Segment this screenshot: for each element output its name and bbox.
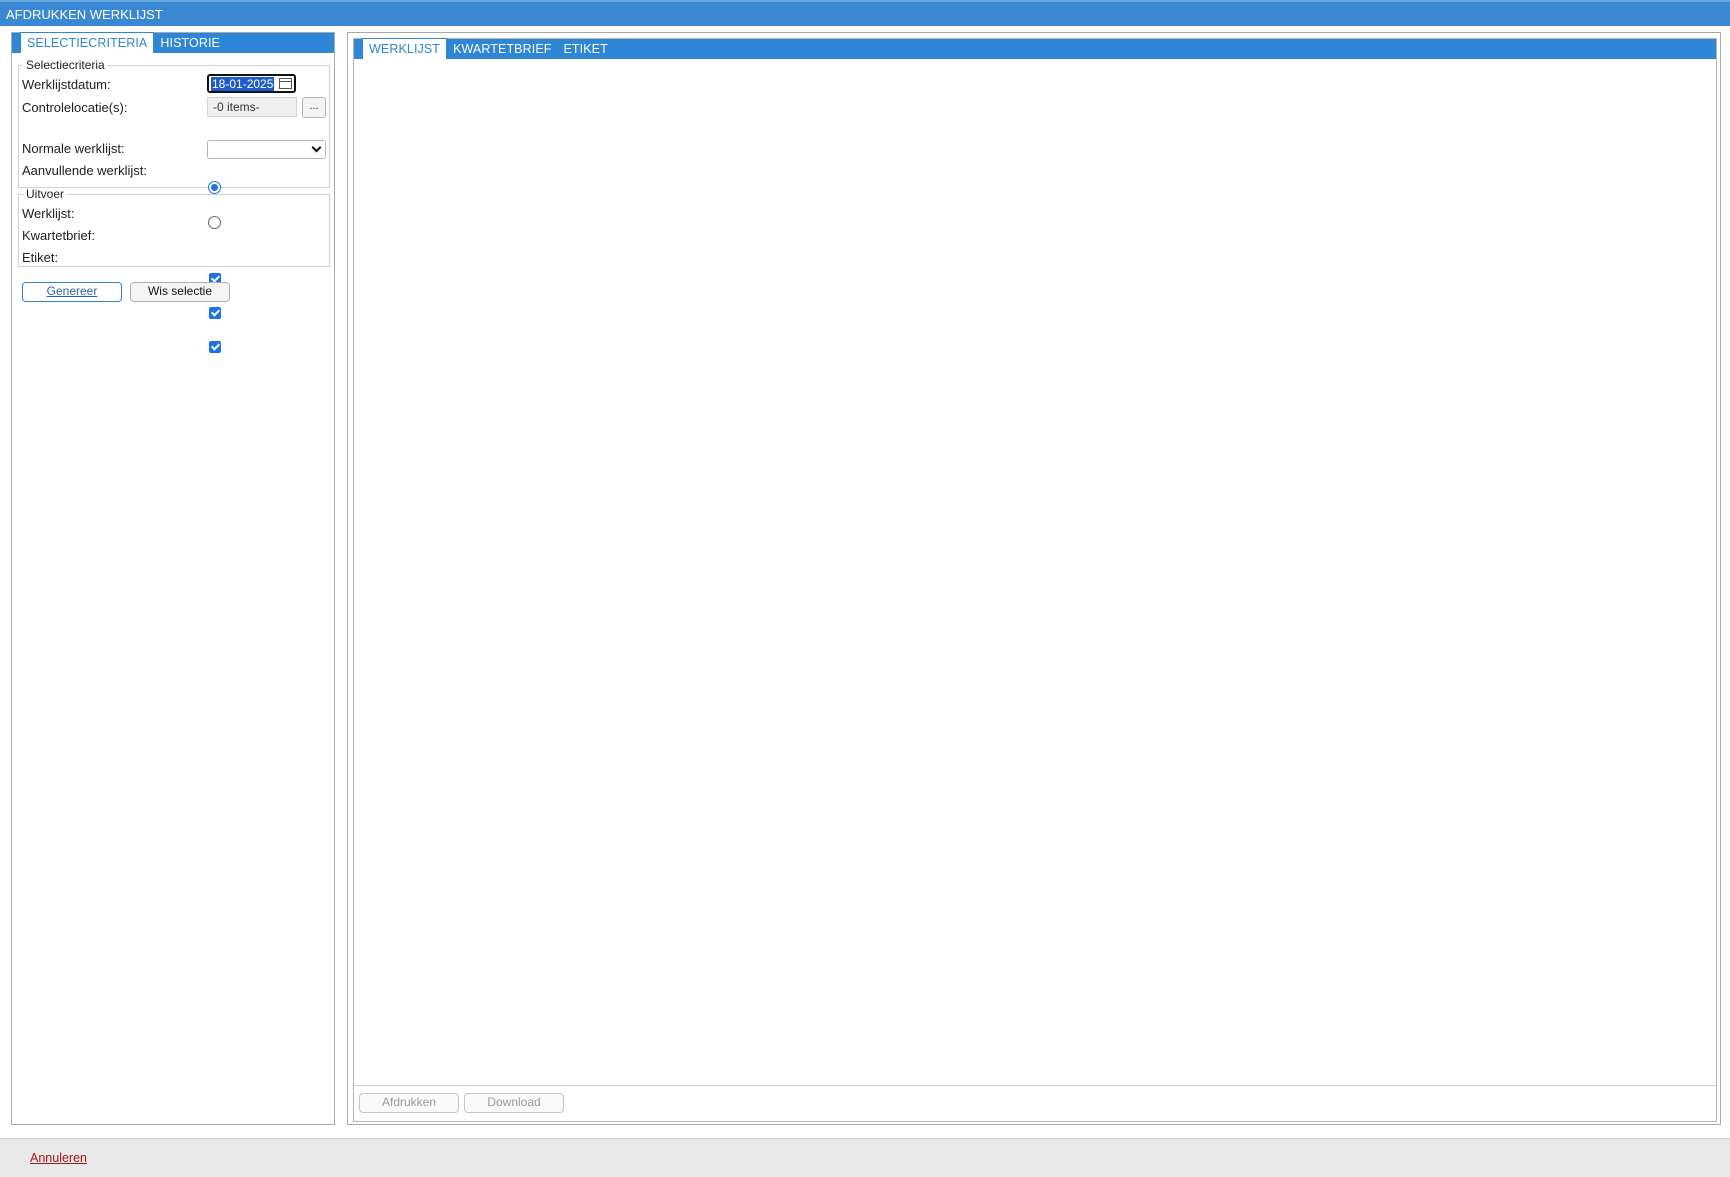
output-viewer-frame: WERKLIJST KWARTETBRIEF ETIKET Afdrukken … [353, 38, 1717, 1122]
tab-selectiecriteria[interactable]: SELECTIECRITERIA [20, 32, 155, 53]
annuleren-link[interactable]: Annuleren [30, 1151, 87, 1165]
controlelocatie-browse-button[interactable]: ... [302, 97, 326, 118]
output-panel: WERKLIJST KWARTETBRIEF ETIKET Afdrukken … [347, 32, 1721, 1125]
uitvoer-legend: Uitvoer [26, 187, 65, 201]
dialog-footer: Annuleren [0, 1138, 1730, 1177]
download-button[interactable]: Download [464, 1093, 564, 1113]
selectiecriteria-legend: Selectiecriteria [26, 58, 105, 72]
left-tab-bar: SELECTIECRITERIA HISTORIE [12, 32, 334, 53]
tab-historie[interactable]: HISTORIE [154, 33, 226, 53]
werklijstdatum-field[interactable]: 18-01-2025 [207, 74, 296, 93]
chevron-down-icon [311, 142, 322, 153]
genereer-button[interactable]: Genereer [22, 282, 122, 302]
output-tab-bar: WERKLIJST KWARTETBRIEF ETIKET [354, 38, 1716, 59]
aanvullende-werklijst-label: Aanvullende werklijst: [22, 163, 148, 178]
controlelocatie-dropdown[interactable] [207, 140, 326, 159]
werklijst-output-label: Werklijst: [22, 206, 75, 221]
selection-panel: SELECTIECRITERIA HISTORIE Selectiecriter… [11, 32, 335, 1125]
tab-werklijst[interactable]: WERKLIJST [362, 38, 448, 59]
normale-werklijst-label: Normale werklijst: [22, 141, 125, 156]
afdrukken-button[interactable]: Afdrukken [359, 1093, 459, 1113]
calendar-icon[interactable] [279, 78, 292, 89]
controlelocatie-field[interactable]: -0 items- [207, 97, 297, 117]
werklijstdatum-label: Werklijstdatum: [22, 77, 111, 92]
kwartetbrief-output-label: Kwartetbrief: [22, 228, 95, 243]
etiket-output-checkbox[interactable] [209, 341, 221, 353]
document-viewer[interactable] [354, 59, 1716, 1085]
kwartetbrief-output-checkbox[interactable] [209, 307, 221, 319]
window-title-bar: AFDRUKKEN WERKLIJST [0, 0, 1730, 26]
tab-etiket[interactable]: ETIKET [558, 39, 614, 59]
viewer-footer: Afdrukken Download [354, 1085, 1716, 1121]
uitvoer-group: Uitvoer [18, 187, 330, 267]
controlelocatie-label: Controlelocatie(s): [22, 100, 128, 115]
wis-selectie-button[interactable]: Wis selectie [130, 282, 230, 302]
tab-kwartetbrief[interactable]: KWARTETBRIEF [447, 39, 557, 59]
werklijstdatum-value: 18-01-2025 [211, 76, 275, 91]
etiket-output-label: Etiket: [22, 250, 59, 265]
window-title: AFDRUKKEN WERKLIJST [6, 7, 163, 22]
